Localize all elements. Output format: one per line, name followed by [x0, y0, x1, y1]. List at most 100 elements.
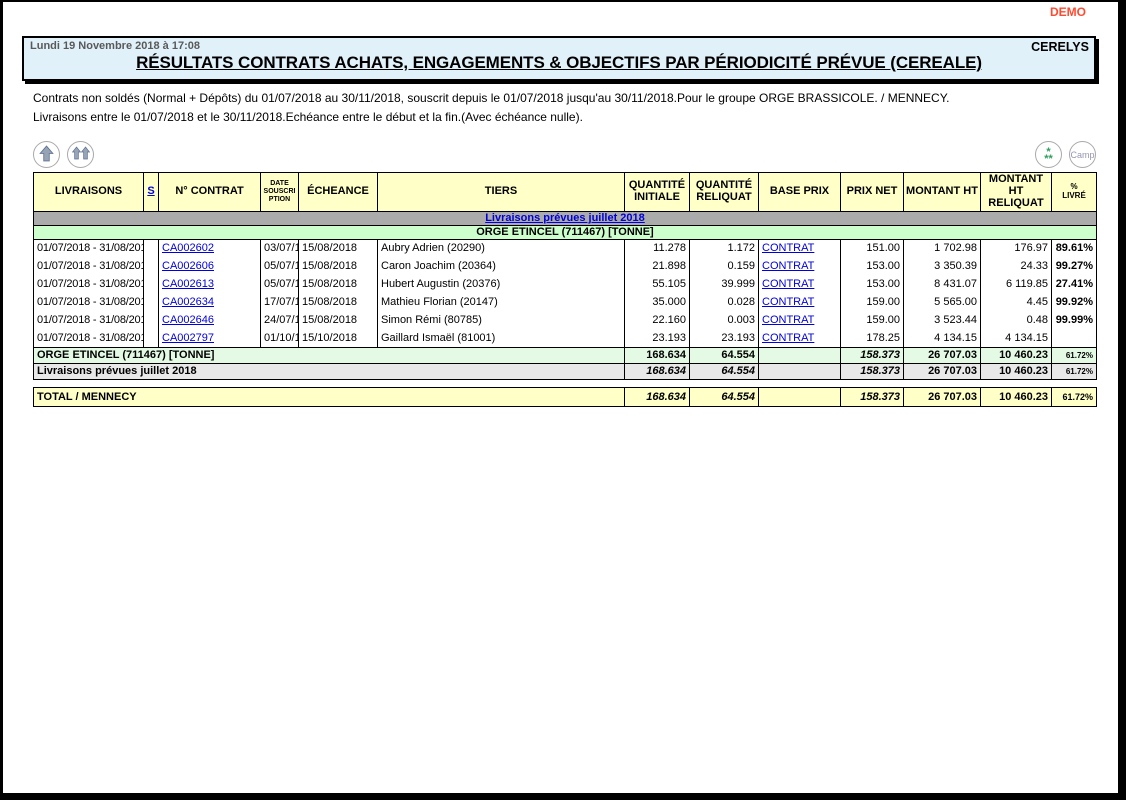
col-contrat: N° CONTRAT	[159, 173, 261, 212]
montant-ht-reliquat-cell: 6 119.85	[981, 275, 1052, 293]
base-prix-cell: CONTRAT	[759, 257, 841, 275]
montant-ht-reliquat-cell: 24.33	[981, 257, 1052, 275]
montant-ht-reliquat-cell: 4 134.15	[981, 329, 1052, 347]
tiers-cell: Gaillard Ismaël (81001)	[378, 329, 625, 347]
table-row: 01/07/2018 - 31/08/2018 CA002634 17/07/1…	[34, 293, 1097, 311]
qte-initiale-cell: 21.898	[625, 257, 690, 275]
scroll-top-fast-button[interactable]	[67, 141, 94, 168]
col-montant-ht: MONTANT HT	[904, 173, 981, 212]
report-description: Contrats non soldés (Normal + Dépôts) du…	[33, 89, 1088, 127]
total-base-prix	[759, 387, 841, 406]
montant-ht-cell: 3 350.39	[904, 257, 981, 275]
brand-label: CERELYS	[1031, 40, 1089, 54]
toolbar-right-group: * ** Camp	[1035, 141, 1096, 168]
up-arrow-icon	[38, 145, 55, 165]
tiers-cell: Hubert Augustin (20376)	[378, 275, 625, 293]
demo-badge: DEMO	[1050, 5, 1086, 19]
total-prix-net: 158.373	[841, 387, 904, 406]
summary-base-prix	[759, 347, 841, 363]
summary-row-species: ORGE ETINCEL (711467) [TONNE] 168.634 64…	[34, 347, 1097, 363]
toolbar: * ** Camp	[33, 141, 1096, 168]
contract-link[interactable]: CA002602	[162, 242, 214, 254]
s-cell	[144, 239, 159, 257]
qte-initiale-cell: 23.193	[625, 329, 690, 347]
tiers-cell: Caron Joachim (20364)	[378, 257, 625, 275]
montant-ht-cell: 1 702.98	[904, 239, 981, 257]
contract-link[interactable]: CA002634	[162, 296, 214, 308]
livraisons-cell: 01/07/2018 - 31/08/2018	[34, 239, 144, 257]
col-tiers: TIERS	[378, 173, 625, 212]
table-header-row: LIVRAISONS S N° CONTRAT DATE SOUSCRI PTI…	[34, 173, 1097, 212]
summary-label: ORGE ETINCEL (711467) [TONNE]	[34, 347, 625, 363]
table-row: 01/07/2018 - 31/08/2018 CA002606 05/07/1…	[34, 257, 1097, 275]
col-prix-net: PRIX NET	[841, 173, 904, 212]
base-prix-link[interactable]: CONTRAT	[762, 278, 814, 290]
base-prix-link[interactable]: CONTRAT	[762, 296, 814, 308]
total-montant-ht: 26 707.03	[904, 387, 981, 406]
species-band-label: ORGE ETINCEL (711467) [TONNE]	[34, 225, 1097, 239]
page-frame: DEMO Lundi 19 Novembre 2018 à 17:08 CERE…	[0, 0, 1126, 800]
period-band-link[interactable]: Livraisons prévues juillet 2018	[485, 212, 645, 224]
tiers-cell: Aubry Adrien (20290)	[378, 239, 625, 257]
base-prix-cell: CONTRAT	[759, 239, 841, 257]
total-label: TOTAL / MENNECY	[34, 387, 625, 406]
summary-montant-ht-reliquat: 10 460.23	[981, 347, 1052, 363]
souscription-cell: 01/10/18	[261, 329, 299, 347]
contract-link[interactable]: CA002606	[162, 260, 214, 272]
echeance-cell: 15/10/2018	[299, 329, 378, 347]
total-pct-livre: 61.72%	[1052, 387, 1097, 406]
sort-s-link[interactable]: S	[147, 185, 154, 197]
summary-qte-reliquat: 64.554	[690, 363, 759, 379]
campaign-button[interactable]: Camp	[1069, 141, 1096, 168]
campaign-icon: Camp	[1070, 150, 1094, 160]
montant-ht-cell: 8 431.07	[904, 275, 981, 293]
s-cell	[144, 329, 159, 347]
s-cell	[144, 293, 159, 311]
montant-ht-reliquat-cell: 176.97	[981, 239, 1052, 257]
echeance-cell: 15/08/2018	[299, 239, 378, 257]
prix-net-cell: 151.00	[841, 239, 904, 257]
qte-reliquat-cell: 0.028	[690, 293, 759, 311]
base-prix-cell: CONTRAT	[759, 329, 841, 347]
contract-link[interactable]: CA002797	[162, 332, 214, 344]
qte-initiale-cell: 11.278	[625, 239, 690, 257]
contract-link[interactable]: CA002613	[162, 278, 214, 290]
s-cell	[144, 311, 159, 329]
col-quantite-initiale: QUANTITÉ INITIALE	[625, 173, 690, 212]
contract-cell: CA002797	[159, 329, 261, 347]
scroll-top-button[interactable]	[33, 141, 60, 168]
total-qte-initiale: 168.634	[625, 387, 690, 406]
prix-net-cell: 153.00	[841, 257, 904, 275]
souscription-cell: 17/07/18	[261, 293, 299, 311]
souscription-cell: 03/07/18	[261, 239, 299, 257]
qte-initiale-cell: 22.160	[625, 311, 690, 329]
montant-ht-reliquat-cell: 4.45	[981, 293, 1052, 311]
tiers-cell: Simon Rémi (80785)	[378, 311, 625, 329]
report-description-line2: Livraisons entre le 01/07/2018 et le 30/…	[33, 108, 1088, 127]
pct-livre-cell	[1052, 329, 1097, 347]
summary-montant-ht: 26 707.03	[904, 347, 981, 363]
s-cell	[144, 257, 159, 275]
livraisons-cell: 01/07/2018 - 31/08/2018	[34, 311, 144, 329]
contract-link[interactable]: CA002646	[162, 314, 214, 326]
pct-livre-cell: 99.92%	[1052, 293, 1097, 311]
qte-reliquat-cell: 39.999	[690, 275, 759, 293]
table-row: 01/07/2018 - 31/08/2018 CA002613 05/07/1…	[34, 275, 1097, 293]
stars-button[interactable]: * **	[1035, 141, 1062, 168]
contract-cell: CA002606	[159, 257, 261, 275]
base-prix-link[interactable]: CONTRAT	[762, 242, 814, 254]
page-title: RÉSULTATS CONTRATS ACHATS, ENGAGEMENTS &…	[30, 53, 1088, 73]
base-prix-link[interactable]: CONTRAT	[762, 332, 814, 344]
base-prix-link[interactable]: CONTRAT	[762, 314, 814, 326]
total-table: TOTAL / MENNECY 168.634 64.554 158.373 2…	[33, 387, 1097, 407]
summary-prix-net: 158.373	[841, 363, 904, 379]
summary-qte-reliquat: 64.554	[690, 347, 759, 363]
col-s: S	[144, 173, 159, 212]
qte-initiale-cell: 55.105	[625, 275, 690, 293]
total-row: TOTAL / MENNECY 168.634 64.554 158.373 2…	[34, 387, 1097, 406]
pct-livre-cell: 99.99%	[1052, 311, 1097, 329]
tiers-cell: Mathieu Florian (20147)	[378, 293, 625, 311]
base-prix-link[interactable]: CONTRAT	[762, 260, 814, 272]
prix-net-cell: 153.00	[841, 275, 904, 293]
table-row: 01/07/2018 - 31/08/2018 CA002646 24/07/1…	[34, 311, 1097, 329]
